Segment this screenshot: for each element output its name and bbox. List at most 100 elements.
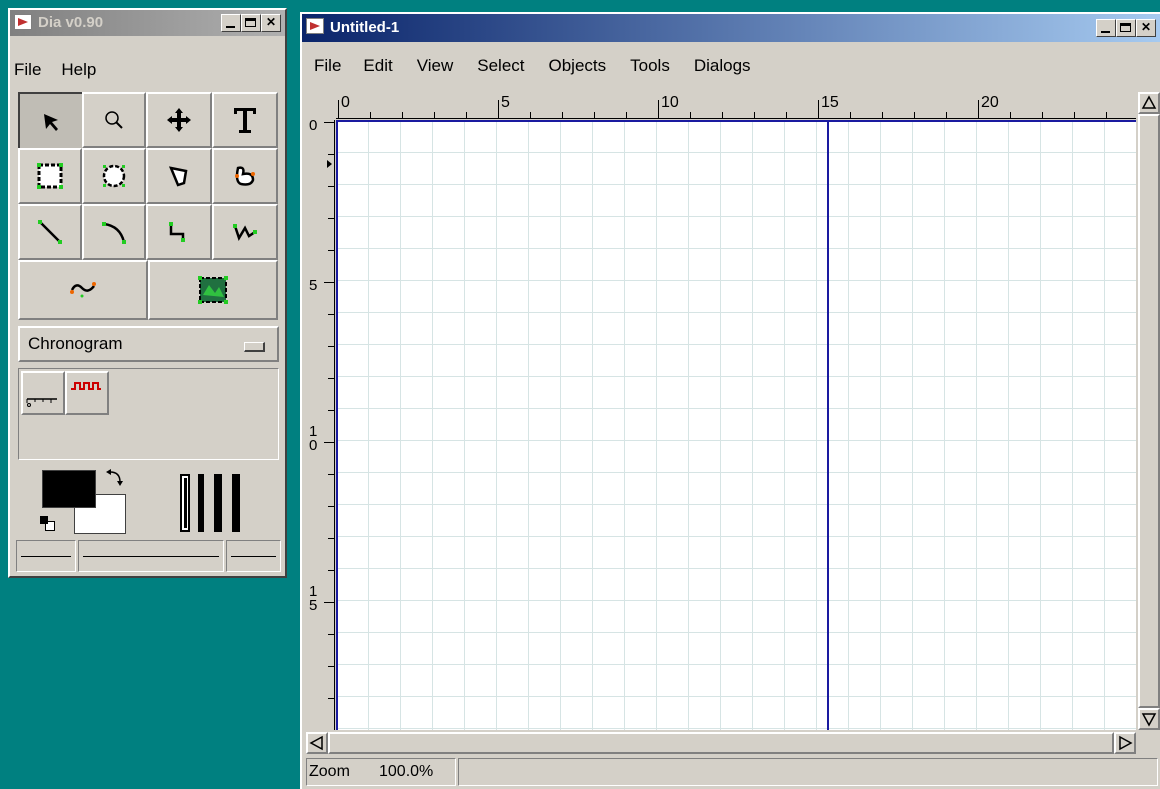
default-colors-icon[interactable]	[40, 516, 55, 531]
menu-edit[interactable]: Edit	[351, 52, 404, 80]
vertical-scroll-thumb[interactable]	[1138, 114, 1160, 708]
arc-icon	[102, 222, 126, 244]
tool-line[interactable]	[18, 204, 82, 260]
tool-grid	[18, 92, 278, 320]
toolbox-window: Dia v0.90 ✕ File Help Chronogram	[8, 8, 287, 578]
bezier-line-icon	[70, 282, 96, 298]
hruler-tick	[946, 112, 947, 118]
vruler-tick	[324, 602, 334, 603]
chronogram-reference-tool[interactable]	[21, 371, 65, 415]
close-button[interactable]: ✕	[261, 14, 281, 32]
diagram-title: Untitled-1	[330, 19, 400, 36]
vertical-ruler: 0 5 1 0 1 5	[306, 118, 335, 730]
tool-arc[interactable]	[82, 204, 146, 260]
tool-beziergon[interactable]	[212, 148, 278, 204]
menu-file[interactable]: File	[10, 56, 51, 84]
start-arrow-selector[interactable]	[16, 540, 76, 572]
menu-select[interactable]: Select	[465, 52, 536, 80]
dia-app-icon	[14, 14, 32, 30]
sheet-selector[interactable]: Chronogram	[18, 326, 279, 362]
vruler-tick	[328, 378, 334, 379]
tool-scroll[interactable]	[146, 92, 212, 148]
tool-magnify[interactable]	[82, 92, 146, 148]
vruler-tick	[328, 154, 334, 155]
scroll-right-button[interactable]	[1114, 732, 1136, 754]
horizontal-scrollbar[interactable]	[306, 732, 1136, 754]
menu-objects[interactable]: Objects	[537, 52, 619, 80]
diagram-app-icon	[306, 18, 324, 34]
menu-tools[interactable]: Tools	[618, 52, 682, 80]
hruler-label: 10	[661, 94, 679, 111]
hruler-label: 5	[501, 94, 510, 111]
pointer-arrow-icon	[44, 114, 58, 131]
horizontal-ruler: 0 5 10 15 20	[336, 92, 1136, 119]
horizontal-scroll-thumb[interactable]	[328, 732, 1114, 754]
diagram-menubar: File Edit View Select Objects Tools Dial…	[302, 52, 1160, 80]
hruler-tick	[1074, 112, 1075, 118]
hruler-tick	[978, 100, 979, 118]
tool-image[interactable]	[148, 260, 278, 320]
status-bar: Zoom 100.0%	[306, 758, 1158, 786]
diagram-close-button[interactable]: ✕	[1136, 19, 1156, 37]
hruler-label: 15	[821, 94, 839, 111]
hruler-tick	[370, 112, 371, 118]
hruler-tick	[434, 112, 435, 118]
hruler-tick	[338, 100, 339, 118]
diagram-titlebar[interactable]: Untitled-1 ✕	[302, 14, 1160, 42]
menu-help[interactable]: Help	[51, 56, 106, 84]
polyline-icon	[233, 224, 257, 241]
vertical-scrollbar[interactable]	[1138, 92, 1160, 730]
scroll-left-button[interactable]	[306, 732, 328, 754]
scroll-down-button[interactable]	[1138, 708, 1160, 730]
text-tool-icon	[234, 108, 256, 133]
minimize-button[interactable]	[221, 14, 241, 32]
menu-view[interactable]: View	[405, 52, 466, 80]
vruler-label: 1 0	[309, 423, 318, 454]
swap-colors-icon[interactable]	[104, 468, 128, 490]
move-cross-icon	[167, 108, 191, 132]
chronogram-reference-icon	[26, 398, 57, 407]
foreground-color-swatch[interactable]	[42, 470, 96, 508]
tool-text[interactable]	[212, 92, 278, 148]
chronogram-line-tool[interactable]	[65, 371, 109, 415]
vruler-tick	[328, 250, 334, 251]
scroll-right-arrow-icon	[1119, 735, 1133, 751]
line-width-area[interactable]	[180, 474, 252, 532]
maximize-button[interactable]	[241, 14, 261, 32]
hruler-tick	[914, 112, 915, 118]
status-message	[458, 758, 1158, 786]
menu-dialogs[interactable]: Dialogs	[682, 52, 763, 80]
diagram-window: Untitled-1 ✕ File Edit View Select Objec…	[300, 12, 1160, 789]
line-style-selector[interactable]	[78, 540, 224, 572]
toolbox-titlebar[interactable]: Dia v0.90 ✕	[10, 10, 285, 36]
tool-polygon[interactable]	[146, 148, 212, 204]
ruler-corner	[306, 92, 334, 118]
hruler-tick	[402, 112, 403, 118]
vruler-label: 5	[309, 277, 318, 294]
tool-ellipse[interactable]	[82, 148, 146, 204]
hruler-tick	[690, 112, 691, 118]
tool-bezierline[interactable]	[18, 260, 148, 320]
tool-polyline[interactable]	[212, 204, 278, 260]
end-arrow-selector[interactable]	[226, 540, 281, 572]
color-area[interactable]	[28, 466, 138, 538]
diagram-canvas[interactable]	[336, 120, 1136, 730]
tool-box[interactable]	[18, 148, 82, 204]
ruler-cursor-marker	[327, 160, 332, 168]
box-icon	[37, 163, 63, 189]
sheet-items-panel	[18, 368, 279, 460]
diagram-minimize-button[interactable]	[1096, 19, 1116, 37]
diagram-maximize-button[interactable]	[1116, 19, 1136, 37]
hruler-tick	[562, 112, 563, 118]
hruler-tick	[626, 112, 627, 118]
chronogram-line-icon	[71, 382, 101, 390]
hruler-label: 0	[341, 94, 350, 111]
scroll-up-button[interactable]	[1138, 92, 1160, 114]
option-menu-indicator-icon	[244, 342, 265, 352]
tool-zigzagline[interactable]	[146, 204, 212, 260]
hruler-tick	[754, 112, 755, 118]
hruler-tick	[498, 100, 499, 118]
menu-file[interactable]: File	[302, 52, 351, 80]
scroll-down-arrow-icon	[1141, 713, 1157, 727]
tool-pointer[interactable]	[18, 92, 86, 152]
